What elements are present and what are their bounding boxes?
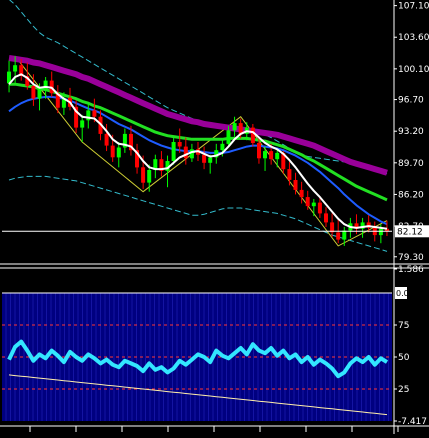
oscillator-tick-label: 25 xyxy=(398,385,409,395)
oscillator-tick-label: 75 xyxy=(398,321,409,331)
candle-body xyxy=(287,169,292,180)
oscillator-pane xyxy=(0,292,429,427)
trading-chart: 107.10 103.60 100.10 96.70 93.20 89.70 86.20 82… xyxy=(0,0,429,434)
oscillator-tick-label: 50 xyxy=(398,353,410,363)
price-tick-label: 107.10 xyxy=(398,2,429,12)
candle-body xyxy=(189,149,194,159)
candle-body xyxy=(263,151,267,159)
candle-body xyxy=(92,110,97,117)
candle-body xyxy=(269,151,274,160)
price-tick-label: 79.30 xyxy=(398,253,424,263)
price-tick-label: 86.20 xyxy=(398,190,424,200)
candle-body xyxy=(305,197,310,207)
oscillator-tick-label: 1.586 xyxy=(398,265,424,275)
price-tick-label: 93.20 xyxy=(398,127,424,137)
candle-body xyxy=(31,86,36,99)
candle-body xyxy=(80,120,85,128)
candle-body xyxy=(37,88,42,99)
candle-body xyxy=(342,230,347,240)
candle-body xyxy=(226,130,231,144)
candle-body xyxy=(250,127,255,143)
candle-body xyxy=(202,154,207,163)
candle-body xyxy=(293,180,298,190)
price-tick-label: 89.70 xyxy=(398,159,424,169)
candle-body xyxy=(275,152,280,160)
candle-body xyxy=(208,157,213,163)
envelope-lower-line xyxy=(8,175,388,252)
oscillator-value-label: 0.00 xyxy=(396,289,414,298)
candle-body xyxy=(378,228,383,236)
candle-body xyxy=(232,123,237,131)
candle-body xyxy=(110,145,115,158)
candle-body xyxy=(147,170,152,183)
candle-body xyxy=(220,143,225,151)
candle-body xyxy=(257,142,261,159)
candle-body xyxy=(171,142,176,161)
candle-body xyxy=(104,133,109,146)
oscillator-value-tag: 0.00 xyxy=(395,287,414,299)
candle-body xyxy=(177,142,182,147)
current-price-label: 82.12 xyxy=(397,227,423,237)
candle-body xyxy=(116,147,121,158)
candle-body xyxy=(141,167,146,183)
price-tick-label: 103.60 xyxy=(398,33,429,43)
candle-body xyxy=(324,213,328,223)
candle-body xyxy=(183,146,188,159)
price-tick-label: 96.70 xyxy=(398,96,424,106)
candle-body xyxy=(299,189,304,198)
oscillator-tick-label: -7.417 xyxy=(398,417,427,427)
current-price-tag: 82.12 xyxy=(395,225,429,238)
chart-canvas: 107.10 103.60 100.10 96.70 93.20 89.70 86.20 82… xyxy=(0,0,429,434)
price-tick-label: 100.10 xyxy=(398,65,429,75)
candle-body xyxy=(336,232,341,240)
candle-body xyxy=(13,65,18,72)
candle-body xyxy=(317,202,322,214)
price-pane xyxy=(0,0,429,269)
candle-body xyxy=(311,202,316,207)
